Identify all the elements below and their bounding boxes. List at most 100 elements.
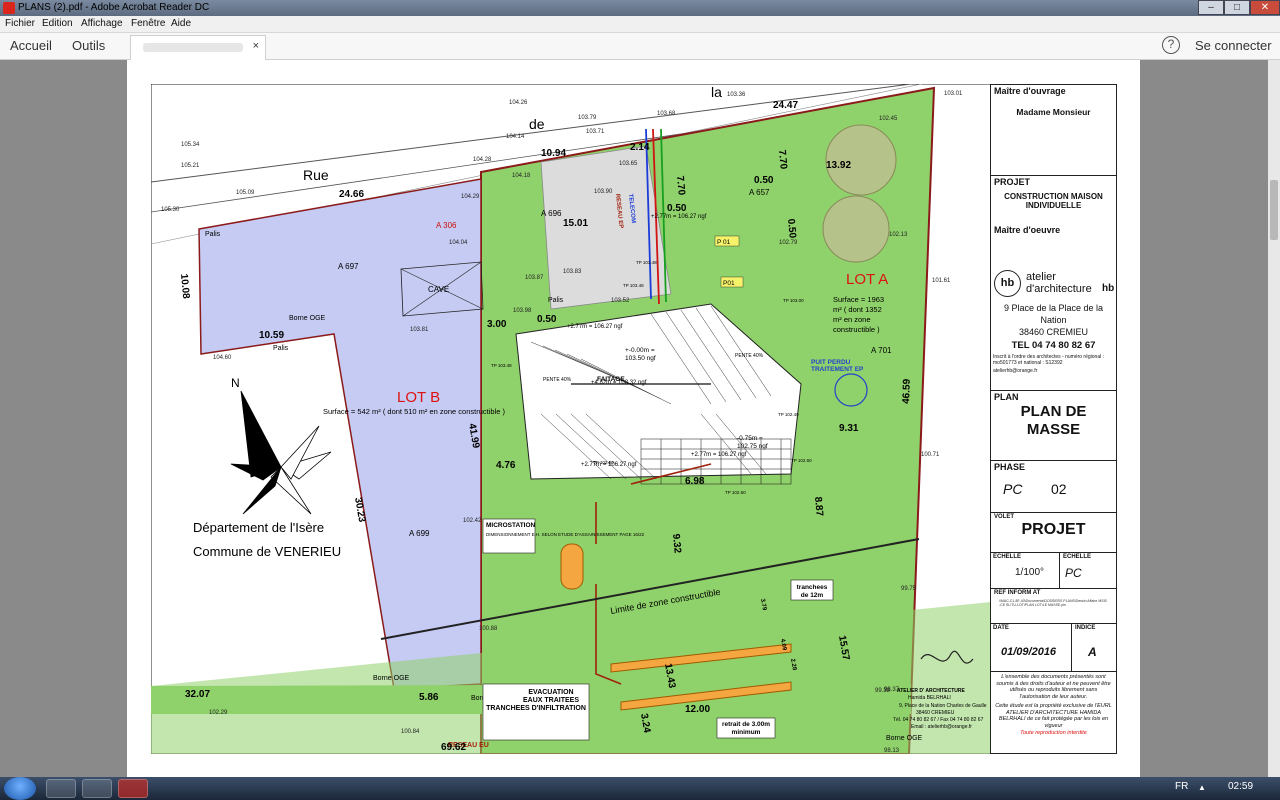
trench-label-1: tranchees	[797, 584, 828, 591]
commune-label: Commune de VENERIEU	[193, 544, 341, 559]
height-1: 103.36	[727, 92, 746, 98]
level-label-1: +-0.00m =	[625, 347, 655, 354]
tp-label-7: TP 102.00	[593, 460, 614, 465]
height-12: 103.65	[619, 161, 638, 167]
departement-label: Département de l'Isère	[193, 520, 324, 535]
dim-9-32: 9.32	[670, 533, 683, 554]
lot-a-surface-1: Surface = 1963	[833, 295, 884, 304]
level-label-2: -0.75m =	[737, 435, 763, 442]
vertical-scrollbar[interactable]	[1268, 60, 1280, 777]
height-10: 104.18	[512, 173, 531, 179]
evacuation-label-3: TRANCHEES D'INFILTRATION	[486, 705, 586, 712]
document-tab[interactable]: ×	[130, 35, 266, 60]
height-24: 102.45	[879, 116, 898, 122]
explorer-taskbar-icon[interactable]	[46, 779, 76, 798]
window-titlebar: PLANS (2).pdf - Adobe Acrobat Reader DC …	[0, 0, 1280, 16]
level-label-2b: 102.75 ngf	[737, 443, 768, 450]
sign-in-link[interactable]: Se connecter	[1195, 38, 1272, 53]
document-tab-name-redacted	[143, 43, 243, 52]
tray-arrow-icon[interactable]: ▲	[1198, 783, 1206, 792]
dim-0-50-d: 0.50	[667, 203, 687, 214]
level-label-5: +2.77m = 106.27 ngf	[691, 452, 747, 458]
dim-0-50-c: 0.50	[537, 314, 557, 325]
pente-label-2: PENTE 40%	[735, 353, 764, 359]
acrobat-toolbar: Accueil Outils × ? Se connecter	[0, 33, 1280, 60]
level-label-1b: 103.50 ngf	[625, 355, 656, 362]
height-32: 102.29	[209, 710, 228, 716]
tab-home[interactable]: Accueil	[10, 38, 52, 53]
dim-6-98: 6.98	[685, 476, 705, 487]
volet-value: PROJET	[1021, 521, 1086, 538]
legal-text-3: Toute reproduction interdite	[1020, 730, 1087, 736]
stamp-phone: Tél. 04 74 80 82 67 / Fax 04 74 80 82 67	[893, 717, 984, 723]
menu-file[interactable]: Fichier	[5, 18, 35, 29]
date-heading: DATE	[993, 625, 1009, 631]
legal-text-2: Cette étude est la propriété exclusive d…	[995, 703, 1112, 729]
evacuation-label-2: EAUX TRAITEES	[523, 697, 579, 704]
height-35: 98.13	[884, 748, 900, 754]
dim-13-92: 13.92	[826, 160, 851, 171]
dim-69-62: 69.62	[441, 742, 466, 753]
menu-window[interactable]: Fenêtre	[131, 18, 165, 29]
site-plan-drawing: N Rue de la LOT B Surface = 542 m² ( don…	[151, 84, 991, 754]
start-button-icon[interactable]	[4, 777, 36, 800]
lot-a-label: LOT A	[846, 271, 888, 288]
tp-label-8: TP 103.48	[623, 283, 644, 288]
help-icon[interactable]: ?	[1162, 36, 1180, 54]
height-21: 103.98	[513, 308, 532, 314]
stamp-firm: ATELIER D' ARCHITECTURE	[897, 688, 966, 694]
menu-edit[interactable]: Edition	[42, 18, 73, 29]
chrome-taskbar-icon[interactable]	[82, 779, 112, 798]
height-27: 101.61	[932, 278, 951, 284]
plan-section: PLAN PLAN DE MASSE	[991, 390, 1116, 460]
phase-code: PC	[1003, 481, 1023, 497]
dim-24-66: 24.66	[339, 189, 364, 200]
menu-help[interactable]: Aide	[171, 18, 191, 29]
language-indicator[interactable]: FR	[1175, 781, 1188, 792]
minimize-button[interactable]: –	[1198, 0, 1224, 15]
document-viewport[interactable]: N Rue de la LOT B Surface = 542 m² ( don…	[0, 60, 1280, 777]
dim-10-94: 10.94	[541, 148, 566, 159]
cave-label: CAVE	[428, 285, 449, 294]
clock[interactable]: 02:59	[1228, 781, 1253, 792]
evacuation-label-1: EVACUATION	[528, 689, 573, 696]
close-button[interactable]: ✕	[1250, 0, 1280, 15]
phase-section: PHASE PC 02	[991, 460, 1116, 512]
street-la: la	[711, 84, 722, 100]
architect-heading: Maître d'oeuvre	[994, 225, 1061, 235]
stamp-name: Hamida BELRHALI	[908, 695, 951, 701]
height-6: 103.01	[944, 91, 963, 97]
height-8: 105.21	[181, 163, 200, 169]
architect-firm-1: atelier	[1026, 271, 1056, 283]
menu-view[interactable]: Affichage	[81, 18, 123, 29]
pente-label-1: PENTE 40%	[543, 377, 572, 383]
palis-label-3: Palis	[548, 297, 564, 304]
tab-tools[interactable]: Outils	[72, 38, 105, 53]
acrobat-icon	[3, 2, 15, 14]
height-9: 104.28	[473, 157, 492, 163]
maximize-button[interactable]: □	[1224, 0, 1250, 15]
parcel-a657: A 657	[749, 188, 770, 197]
level-label-3: +2.77m = 106.27 ngf	[651, 214, 707, 220]
scrollbar-thumb[interactable]	[1270, 180, 1278, 240]
owner-section: Maître d'ouvrage Madame Monsieur	[991, 85, 1116, 175]
acrobat-taskbar-icon[interactable]	[118, 779, 148, 798]
window-title: PLANS (2).pdf - Adobe Acrobat Reader DC	[18, 2, 210, 13]
puit-label-2: TRAITEMENT EP	[811, 366, 864, 373]
dim-12-00: 12.00	[685, 704, 710, 715]
parcel-a306: A 306	[436, 221, 457, 230]
retrait-label-1: retrait de 3.00m	[722, 721, 770, 728]
volet-section: VOLET PROJET	[991, 512, 1116, 552]
close-tab-icon[interactable]: ×	[253, 40, 259, 52]
parcel-a701: A 701	[871, 346, 892, 355]
scale-value-2: PC	[1065, 566, 1082, 580]
dim-10-08: 10.08	[178, 273, 191, 299]
height-25: 102.79	[779, 240, 798, 246]
tp-label-4: TP 102.40	[778, 412, 799, 417]
height-11: 104.14	[506, 134, 525, 140]
p01-label-b: P01	[723, 280, 735, 287]
street-rue: Rue	[303, 167, 329, 183]
phase-number: 02	[1051, 481, 1067, 497]
architect-city: 38460 CREMIEU	[1018, 327, 1089, 337]
plan-title: PLAN DE MASSE	[1020, 403, 1087, 438]
